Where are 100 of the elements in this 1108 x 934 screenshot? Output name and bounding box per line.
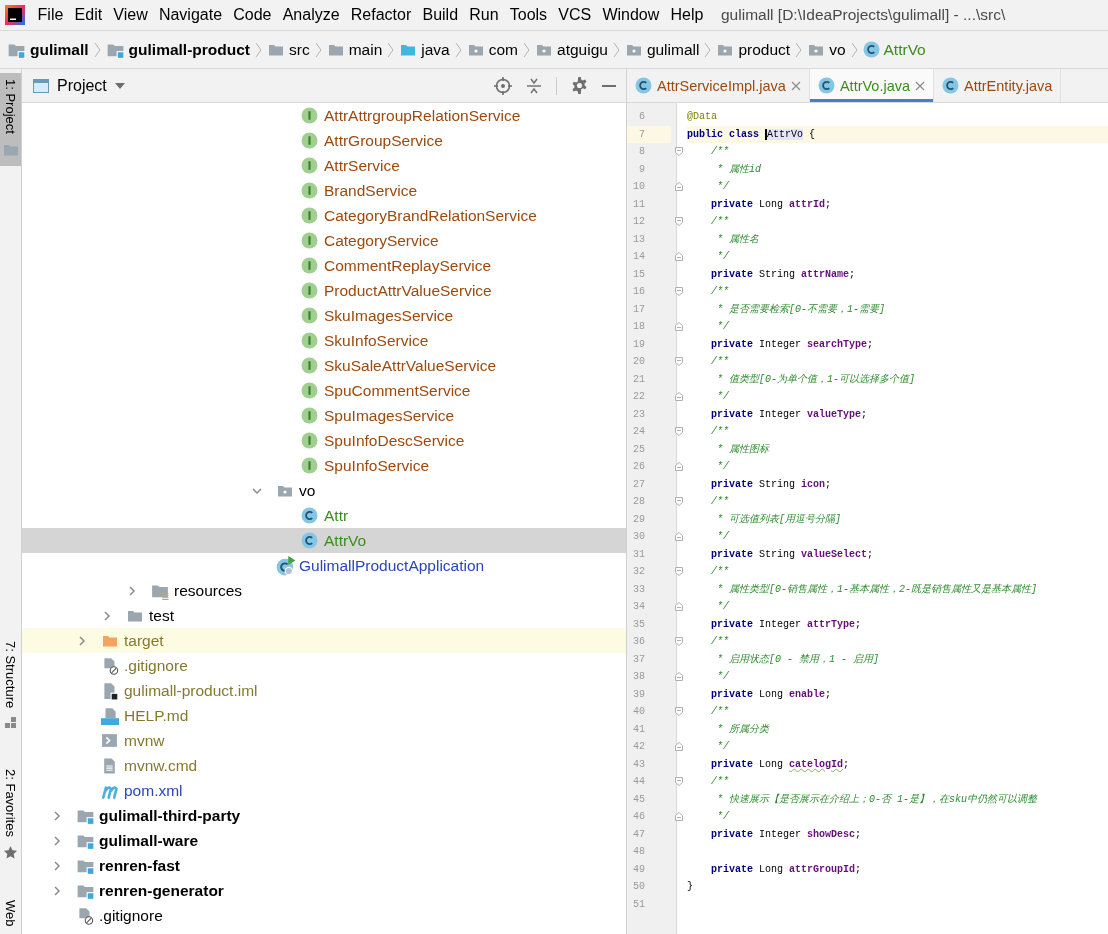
interface-icon bbox=[301, 282, 318, 299]
tree-item[interactable]: resources bbox=[22, 578, 626, 603]
tree-item[interactable]: SkuImagesService bbox=[22, 303, 626, 328]
menu-item[interactable]: Edit bbox=[68, 6, 108, 24]
script-file-icon bbox=[101, 732, 118, 749]
menu-item[interactable]: Help bbox=[664, 6, 709, 24]
menu-item[interactable]: VCS bbox=[552, 6, 597, 24]
interface-icon bbox=[301, 457, 318, 474]
breadcrumb-separator-icon bbox=[387, 41, 395, 58]
tree-item[interactable]: SpuInfoDescService bbox=[22, 428, 626, 453]
tree-item[interactable]: mvnw bbox=[22, 728, 626, 753]
tree-item[interactable]: AttrGroupService bbox=[22, 128, 626, 153]
tree-item[interactable]: gulimall-third-party bbox=[22, 803, 626, 828]
tool-window-tab[interactable]: 7: Structure bbox=[0, 635, 21, 737]
line-number: 37 bbox=[632, 652, 646, 667]
tree-item[interactable]: CategoryService bbox=[22, 228, 626, 253]
code-line: */ bbox=[716, 250, 730, 264]
menu-item[interactable]: Tools bbox=[504, 6, 553, 24]
tool-window-tab[interactable]: 1: Project bbox=[0, 73, 21, 166]
class-icon bbox=[862, 41, 880, 58]
class-icon bbox=[817, 77, 835, 94]
tree-item[interactable]: ProductAttrValueService bbox=[22, 278, 626, 303]
tree-item[interactable]: gulimall-product.iml bbox=[22, 678, 626, 703]
tree-item[interactable]: HELP.md bbox=[22, 703, 626, 728]
line-number: 43 bbox=[632, 757, 646, 772]
tree-item[interactable]: SkuInfoService bbox=[22, 328, 626, 353]
tree-item[interactable]: GulimallProductApplication bbox=[22, 553, 626, 578]
breadcrumb-separator-icon bbox=[612, 41, 620, 58]
editor-tab[interactable]: AttrVo.java bbox=[809, 69, 935, 102]
line-number: 50 bbox=[632, 880, 646, 894]
breadcrumb-item[interactable]: main bbox=[326, 40, 383, 59]
view-selector[interactable]: Project bbox=[33, 76, 125, 95]
line-number: 40 bbox=[632, 705, 646, 719]
code-line: */ bbox=[716, 320, 730, 334]
interface-icon bbox=[301, 132, 318, 149]
tree-item[interactable]: SpuCommentService bbox=[22, 378, 626, 403]
tree-item[interactable]: SpuInfoService bbox=[22, 453, 626, 478]
breadcrumb-separator-icon bbox=[795, 41, 803, 58]
line-number: 22 bbox=[632, 390, 646, 404]
breadcrumb-item[interactable]: gulimall bbox=[624, 40, 700, 59]
tree-item[interactable]: AttrAttrgroupRelationService bbox=[22, 103, 626, 128]
line-number: 46 bbox=[632, 810, 646, 824]
tree-item[interactable]: SkuSaleAttrValueService bbox=[22, 353, 626, 378]
tool-window-tab[interactable]: Web bbox=[0, 893, 21, 934]
code-line: private Long catelogId; bbox=[710, 757, 851, 772]
tree-item[interactable]: BrandService bbox=[22, 178, 626, 203]
tree-item[interactable]: test bbox=[22, 603, 626, 628]
line-number: 20 bbox=[632, 355, 646, 369]
class-icon bbox=[301, 507, 318, 524]
tree-item[interactable]: renren-fast bbox=[22, 853, 626, 878]
code-line: */ bbox=[716, 530, 730, 544]
breadcrumb-separator-icon bbox=[454, 41, 462, 58]
breadcrumb-item[interactable]: com bbox=[466, 40, 518, 59]
tree-item[interactable]: Attr bbox=[22, 503, 626, 528]
breadcrumb-item[interactable]: gulimall-product bbox=[105, 40, 250, 59]
fold-marker-icon bbox=[675, 742, 683, 752]
tree-item[interactable]: .gitignore bbox=[22, 653, 626, 678]
menu-item[interactable]: File bbox=[32, 6, 69, 24]
menu-item[interactable]: Build bbox=[416, 6, 464, 24]
breadcrumb-separator-icon bbox=[704, 41, 712, 58]
breadcrumb-separator-icon bbox=[523, 41, 530, 58]
breadcrumb-item[interactable]: atguigu bbox=[535, 40, 608, 59]
line-number: 7 bbox=[627, 125, 671, 143]
menu-item[interactable]: View bbox=[107, 6, 154, 24]
tool-window-tab[interactable]: 2: Favorites bbox=[0, 762, 21, 868]
breadcrumb-item[interactable]: AttrVo bbox=[862, 40, 926, 59]
breadcrumb-item[interactable]: vo bbox=[807, 40, 846, 59]
editor-tab[interactable]: AttrEntity.java bbox=[934, 69, 1062, 102]
menu-item[interactable]: Window bbox=[596, 6, 665, 24]
editor-tab[interactable]: AttrServiceImpl.java bbox=[627, 69, 810, 102]
breadcrumb-item[interactable]: product bbox=[716, 40, 791, 59]
menu-item[interactable]: Code bbox=[227, 6, 278, 24]
line-number: 34 bbox=[632, 600, 646, 614]
tree-item[interactable]: .gitignore bbox=[22, 903, 626, 928]
tree-item[interactable]: CategoryBrandRelationService bbox=[22, 203, 626, 228]
breadcrumb-item[interactable]: src bbox=[267, 40, 310, 59]
tree-item[interactable]: vo bbox=[22, 478, 626, 503]
code-line: private String icon; bbox=[710, 477, 833, 492]
module-file-icon bbox=[101, 681, 119, 700]
breadcrumb-item[interactable]: gulimall bbox=[7, 40, 89, 59]
tree-item[interactable]: renren-generator bbox=[22, 878, 626, 903]
tree-item[interactable]: pom.xml bbox=[22, 778, 626, 803]
tree-item[interactable]: gulimall-ware bbox=[22, 828, 626, 853]
tree-item[interactable]: target bbox=[22, 628, 626, 653]
tree-item[interactable]: SpuImagesService bbox=[22, 403, 626, 428]
menu-item[interactable]: Run bbox=[463, 6, 505, 24]
breadcrumb-item[interactable]: java bbox=[399, 40, 450, 59]
menu-item[interactable]: Refactor bbox=[345, 6, 417, 24]
line-number: 26 bbox=[632, 460, 646, 474]
code-line: * 是否需要检索[0-不需要，1-需要] bbox=[716, 302, 886, 317]
line-number: 15 bbox=[632, 267, 646, 282]
code-line: private Long attrGroupId; bbox=[710, 862, 863, 877]
tree-item[interactable]: mvnw.cmd bbox=[22, 753, 626, 778]
tree-item[interactable]: AttrService bbox=[22, 153, 626, 178]
menu-item[interactable]: Analyze bbox=[277, 6, 346, 24]
tree-item[interactable]: CommentReplayService bbox=[22, 253, 626, 278]
code-line: private String attrName; bbox=[710, 267, 857, 282]
menu-item[interactable]: Navigate bbox=[153, 6, 228, 24]
line-number: 6 bbox=[638, 110, 646, 124]
line-number: 12 bbox=[632, 215, 646, 229]
